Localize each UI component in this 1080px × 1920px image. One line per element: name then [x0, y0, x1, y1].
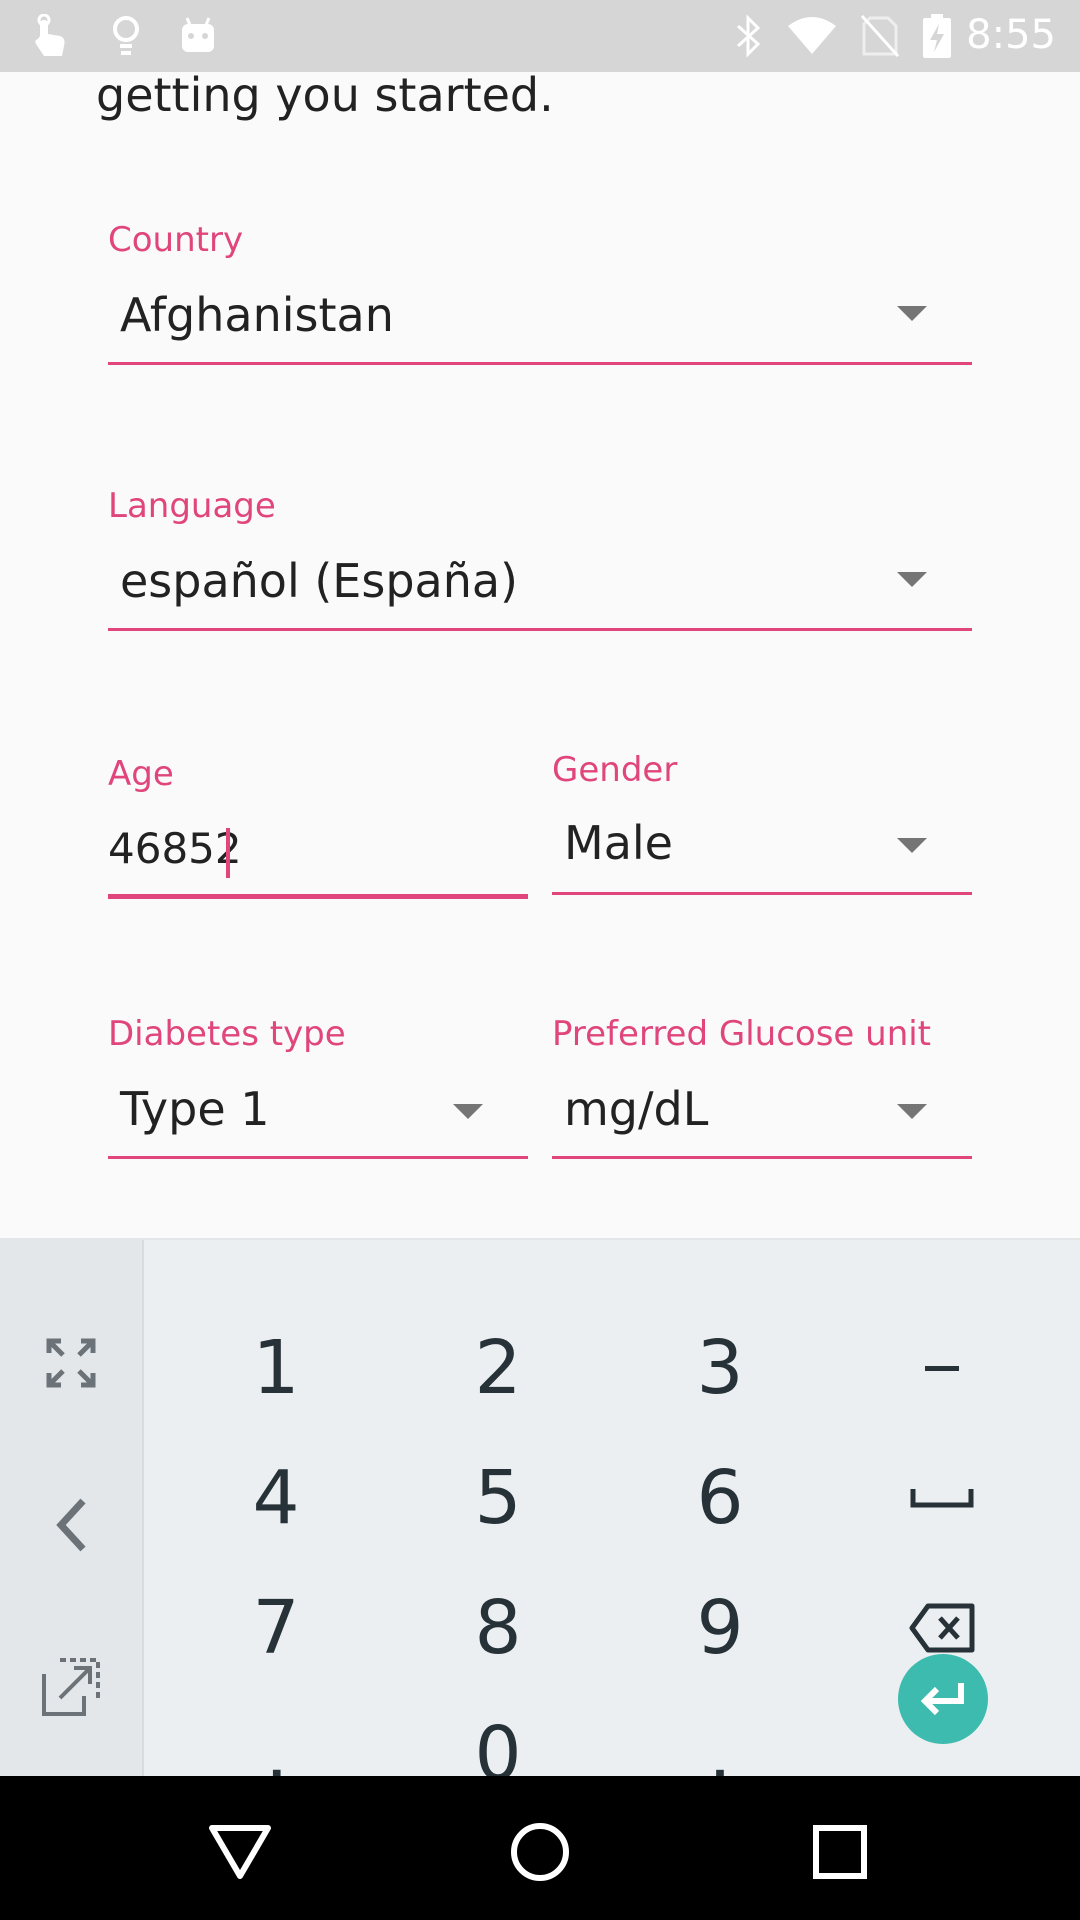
dropdown-arrow-icon	[897, 838, 927, 853]
android-icon	[178, 14, 218, 58]
language-underline	[108, 628, 972, 631]
age-label: Age	[108, 754, 174, 794]
space-icon	[910, 1489, 974, 1508]
country-underline	[108, 362, 972, 365]
bulb-icon	[108, 14, 144, 58]
key-4[interactable]: 4	[166, 1438, 386, 1558]
key-5[interactable]: 5	[388, 1438, 608, 1558]
key-6[interactable]: 6	[610, 1438, 830, 1558]
bluetooth-icon	[728, 14, 768, 58]
age-field[interactable]: Age 46852	[108, 754, 528, 900]
status-time: 8:55	[966, 12, 1056, 58]
key-1[interactable]: 1	[166, 1308, 386, 1428]
language-dropdown[interactable]: Language español (España)	[108, 486, 972, 632]
status-bar: 8:55	[0, 0, 1080, 72]
diabetes-type-label: Diabetes type	[108, 1014, 346, 1054]
fullscreen-icon[interactable]	[0, 1318, 142, 1408]
diabetes-type-dropdown[interactable]: Diabetes type Type 1	[108, 1014, 528, 1160]
keyboard-side-panel	[0, 1240, 144, 1778]
diabetes-type-underline	[108, 1156, 528, 1159]
country-label: Country	[108, 220, 244, 260]
back-arrow-icon[interactable]	[0, 1480, 142, 1570]
popout-icon[interactable]	[0, 1642, 142, 1732]
text-cursor	[226, 828, 230, 878]
dropdown-arrow-icon	[897, 1104, 927, 1119]
key-3[interactable]: 3	[610, 1308, 830, 1428]
key-2[interactable]: 2	[388, 1308, 608, 1428]
key-9[interactable]: 9	[610, 1568, 830, 1688]
age-underline	[108, 894, 528, 899]
key-8[interactable]: 8	[388, 1568, 608, 1688]
key-space[interactable]	[832, 1438, 1052, 1558]
enter-key[interactable]	[898, 1654, 988, 1744]
language-value: español (España)	[120, 554, 519, 608]
glucose-unit-value: mg/dL	[564, 1082, 709, 1136]
gender-dropdown[interactable]: Gender Male	[552, 750, 972, 896]
no-sim-icon	[858, 14, 902, 58]
dropdown-arrow-icon	[453, 1104, 483, 1119]
home-circle-icon[interactable]	[500, 1812, 580, 1892]
diabetes-type-value: Type 1	[120, 1082, 270, 1136]
backspace-icon	[909, 1603, 975, 1653]
wifi-icon	[784, 14, 840, 58]
dropdown-arrow-icon	[897, 306, 927, 321]
dropdown-arrow-icon	[897, 572, 927, 587]
key-minus[interactable]	[832, 1308, 1052, 1428]
recents-square-icon[interactable]	[800, 1812, 880, 1892]
key-7[interactable]: 7	[166, 1568, 386, 1688]
back-triangle-icon[interactable]	[200, 1812, 280, 1892]
navigation-bar	[0, 1776, 1080, 1920]
gender-underline	[552, 892, 972, 895]
country-dropdown[interactable]: Country Afghanistan	[108, 220, 972, 366]
language-label: Language	[108, 486, 276, 526]
gender-value: Male	[564, 816, 673, 870]
touch-icon	[30, 14, 74, 58]
enter-icon	[920, 1683, 964, 1716]
country-value: Afghanistan	[120, 288, 394, 342]
glucose-unit-underline	[552, 1156, 972, 1159]
age-input-value: 46852	[108, 824, 242, 873]
glucose-unit-dropdown[interactable]: Preferred Glucose unit mg/dL	[552, 1014, 972, 1160]
glucose-unit-label: Preferred Glucose unit	[552, 1014, 932, 1054]
battery-charging-icon	[918, 14, 956, 58]
intro-text: getting you started.	[96, 68, 554, 122]
gender-label: Gender	[552, 750, 678, 790]
minus-icon	[925, 1365, 959, 1371]
